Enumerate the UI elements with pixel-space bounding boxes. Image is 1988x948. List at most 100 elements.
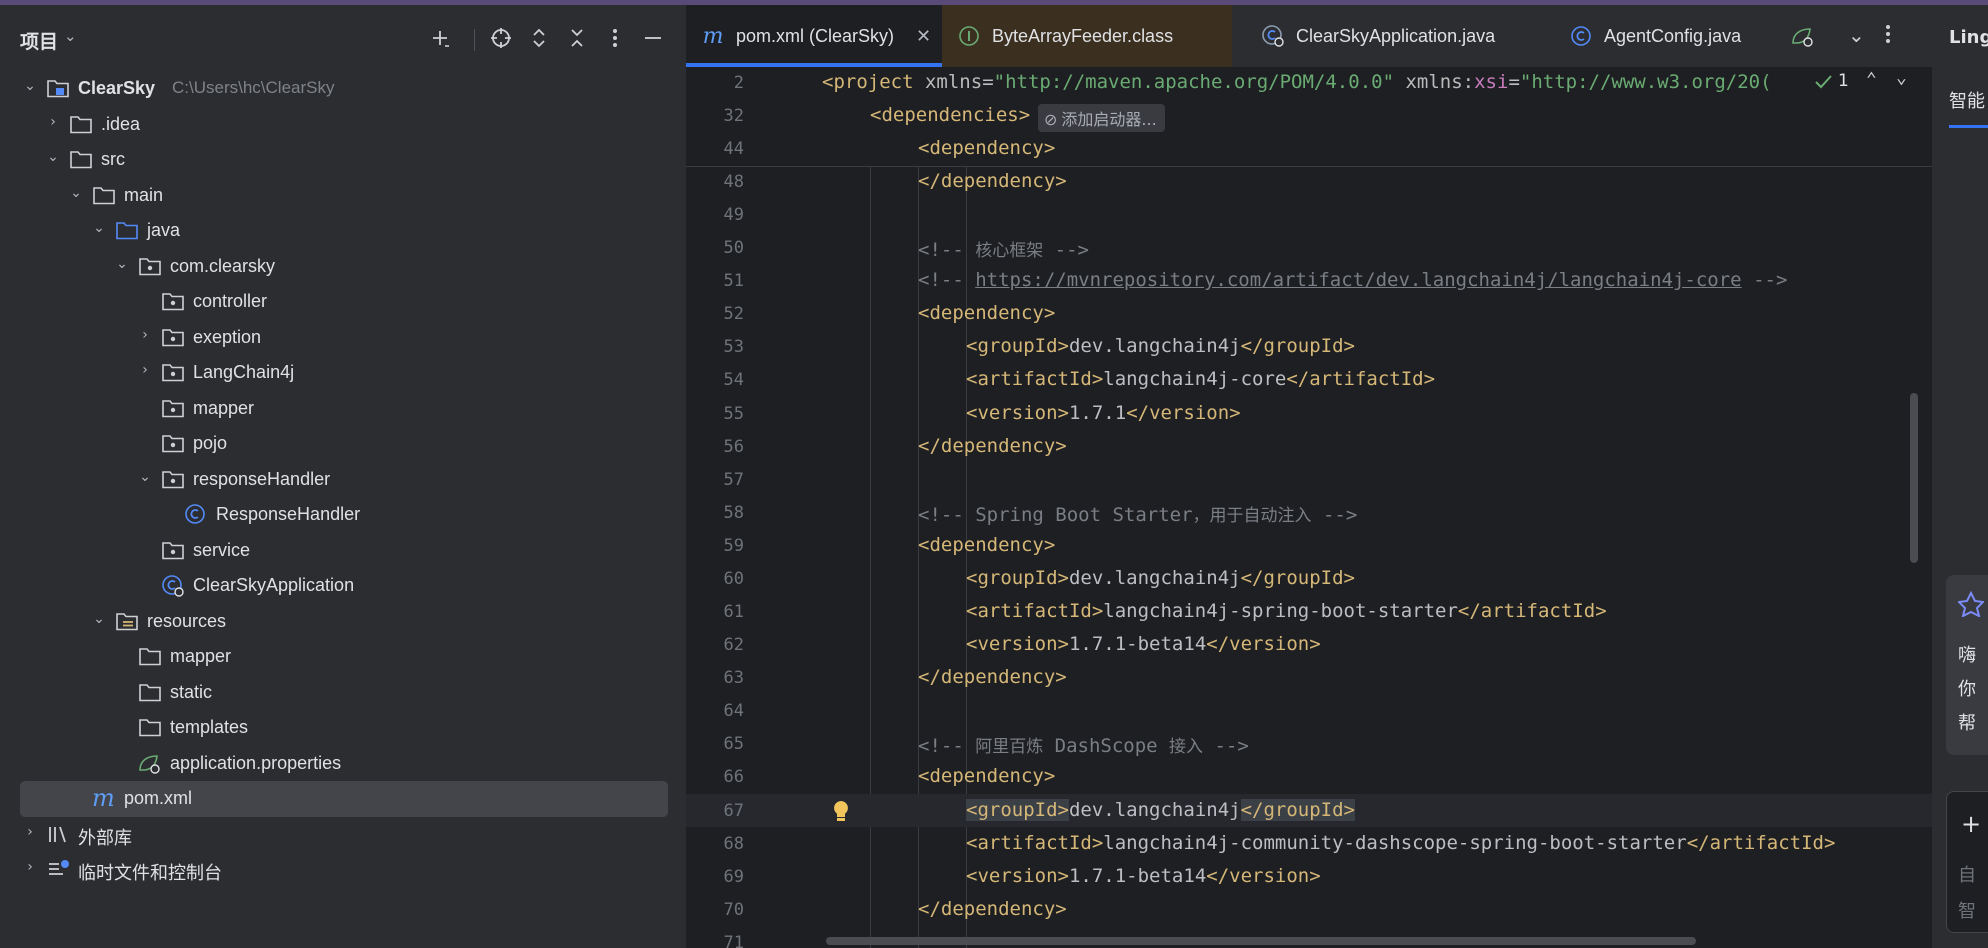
tree-row[interactable]: mapper (0, 639, 686, 675)
add-context-icon[interactable]: + (1961, 810, 1981, 838)
tree-row[interactable]: pojo (0, 426, 686, 462)
code-line[interactable]: 70 </dependency> (686, 893, 1932, 926)
tree-row[interactable]: application.properties (0, 746, 686, 782)
locate-target-icon[interactable] (484, 21, 518, 55)
chevron-down-icon[interactable]: ⌄ (137, 469, 153, 489)
horizontal-scrollbar[interactable] (826, 937, 1696, 945)
tree-row[interactable]: mapper (0, 391, 686, 427)
sticky-line-project[interactable]: 2 <project xmlns="http://maven.apache.or… (686, 67, 1932, 100)
tree-row[interactable]: › 外部库 (0, 817, 686, 853)
tab-agentconfig[interactable]: AgentConfig.java (1554, 5, 1764, 67)
sticky-line-dependencies[interactable]: 32 <dependencies> ⊘ 添加启动器... (686, 100, 1932, 133)
chevron-down-icon[interactable]: ⌄ (114, 256, 130, 276)
code-editor[interactable]: 48 </dependency> 49 50 <!-- 核心框架 --> 51 <!-- h… (686, 67, 1932, 948)
line-number: 65 (723, 734, 744, 755)
code-line[interactable]: 51 <!-- https://mvnrepository.com/artifac… (686, 264, 1932, 297)
code-line[interactable]: 49 (686, 198, 1932, 231)
code-line[interactable]: 62 <version>1.7.1-beta14</version> (686, 628, 1932, 661)
minimize-icon[interactable] (636, 21, 670, 55)
code-line[interactable]: 50 <!-- 核心框架 --> (686, 231, 1932, 264)
tree-item-label: pojo (193, 433, 228, 453)
chevron-right-icon[interactable]: › (45, 114, 61, 134)
chevron-right-icon[interactable]: › (22, 859, 38, 879)
line-number: 50 (723, 238, 744, 259)
source-folder-icon (115, 219, 139, 243)
tab-bytearrayfeeder[interactable]: ByteArrayFeeder.class (942, 5, 1232, 67)
add-starter-label: 添加启动器... (1061, 110, 1157, 129)
code-line[interactable]: 64 (686, 694, 1932, 727)
code-line[interactable]: 65 <!-- 阿里百炼 DashScope 接入 --> (686, 727, 1932, 760)
chevron-right-icon[interactable]: › (22, 824, 38, 844)
tree-item-label: ClearSky (78, 78, 156, 98)
code-text: <groupId>dev.langchain4j</groupId> (966, 798, 1355, 821)
close-icon[interactable]: ✕ (916, 26, 931, 47)
expand-all-icon[interactable] (522, 21, 556, 55)
chevron-down-icon[interactable]: ⌄ (1896, 67, 1907, 88)
tree-row[interactable]: ⌄ responseHandler (0, 462, 686, 498)
chevron-right-icon[interactable]: › (137, 327, 153, 347)
more-options-icon[interactable] (598, 21, 632, 55)
inspection-widget[interactable]: 1 ⌃ ⌄ (1814, 67, 1932, 100)
tree-row[interactable]: ⌄ resources (0, 604, 686, 640)
code-line[interactable]: 55 <version>1.7.1</version> (686, 397, 1932, 430)
chevron-down-icon[interactable]: ⌄ (1848, 23, 1865, 47)
code-text: <dependency> (918, 302, 1056, 325)
tree-item-label: main (124, 184, 164, 205)
code-line[interactable]: 61 <artifactId>langchain4j-spring-boot-st… (686, 595, 1932, 628)
tab-assistant[interactable]: 智能 (1949, 87, 1985, 113)
project-panel-title[interactable]: 项目 (20, 27, 58, 54)
chevron-down-icon[interactable]: ⌄ (22, 78, 38, 98)
tree-row[interactable]: › 临时文件和控制台 (0, 852, 686, 888)
tree-row[interactable]: ClearSkyApplication (0, 568, 686, 604)
tree-row[interactable]: ResponseHandler (0, 497, 686, 533)
code-line[interactable]: 60 <groupId>dev.langchain4j</groupId> (686, 562, 1932, 595)
tree-row[interactable]: m pom.xml (0, 781, 686, 817)
spring-leaf-icon[interactable] (1790, 25, 1816, 53)
sticky-code: <dependencies> (870, 104, 1031, 126)
tree-row[interactable]: static (0, 675, 686, 711)
code-line[interactable]: 68 <artifactId>langchain4j-community-dash… (686, 827, 1932, 860)
code-line[interactable]: 66 <dependency> (686, 760, 1932, 793)
more-tabs-icon[interactable] (1884, 23, 1892, 49)
package-icon (161, 290, 185, 314)
lightbulb-icon[interactable] (832, 799, 850, 828)
code-line[interactable]: 58 <!-- Spring Boot Starter，用于自动注入 --> (686, 496, 1932, 529)
code-line[interactable]: 57 (686, 463, 1932, 496)
tree-row[interactable]: ⌄ com.clearsky (0, 249, 686, 285)
chevron-down-icon[interactable]: ⌄ (45, 149, 61, 169)
add-starter-chip[interactable]: ⊘ 添加启动器... (1038, 104, 1165, 132)
collapse-all-icon[interactable] (560, 21, 594, 55)
tree-row[interactable]: › .idea (0, 107, 686, 143)
code-line[interactable]: 67 <groupId>dev.langchain4j</groupId> (686, 793, 1932, 828)
chevron-down-icon[interactable]: ⌄ (91, 220, 107, 240)
code-line[interactable]: 63 </dependency> (686, 661, 1932, 694)
code-line[interactable]: 54 <artifactId>langchain4j-core</artifact… (686, 363, 1932, 396)
code-line[interactable]: 56 </dependency> (686, 430, 1932, 463)
new-file-icon[interactable] (424, 21, 458, 55)
tab-pom-xml[interactable]: m pom.xml (ClearSky) ✕ (686, 5, 942, 67)
tab-label: ClearSkyApplication.java (1296, 25, 1496, 46)
tree-row[interactable]: controller (0, 284, 686, 320)
chevron-up-icon[interactable]: ⌃ (1866, 69, 1877, 90)
code-line[interactable]: 53 <groupId>dev.langchain4j</groupId> (686, 330, 1932, 363)
tab-clearskyapplication[interactable]: ClearSkyApplication.java (1246, 5, 1546, 67)
sticky-line-dependency[interactable]: 44 <dependency> (686, 133, 1932, 167)
chevron-down-icon[interactable]: ⌄ (68, 185, 84, 205)
tree-row[interactable]: service (0, 533, 686, 569)
tree-row[interactable]: ⌄ src (0, 142, 686, 178)
code-line[interactable]: 59 <dependency> (686, 529, 1932, 562)
vertical-scrollbar[interactable] (1910, 393, 1918, 563)
chevron-down-icon[interactable]: ⌄ (91, 611, 107, 631)
code-line[interactable]: 52 <dependency> (686, 297, 1932, 330)
tree-row[interactable]: ⌄ main (0, 178, 686, 214)
tree-row[interactable]: ⌄ ClearSky C:\Users\hc\ClearSky (0, 71, 686, 107)
tree-row[interactable]: › exeption (0, 320, 686, 356)
line-number: 51 (723, 271, 744, 292)
tree-row[interactable]: templates (0, 710, 686, 746)
chevron-right-icon[interactable]: › (137, 362, 153, 382)
tree-row[interactable]: › LangChain4j (0, 355, 686, 391)
chevron-down-icon[interactable]: ⌄ (64, 27, 77, 45)
code-line[interactable]: 48 </dependency> (686, 165, 1932, 198)
code-line[interactable]: 69 <version>1.7.1-beta14</version> (686, 860, 1932, 893)
tree-row[interactable]: ⌄ java (0, 213, 686, 249)
